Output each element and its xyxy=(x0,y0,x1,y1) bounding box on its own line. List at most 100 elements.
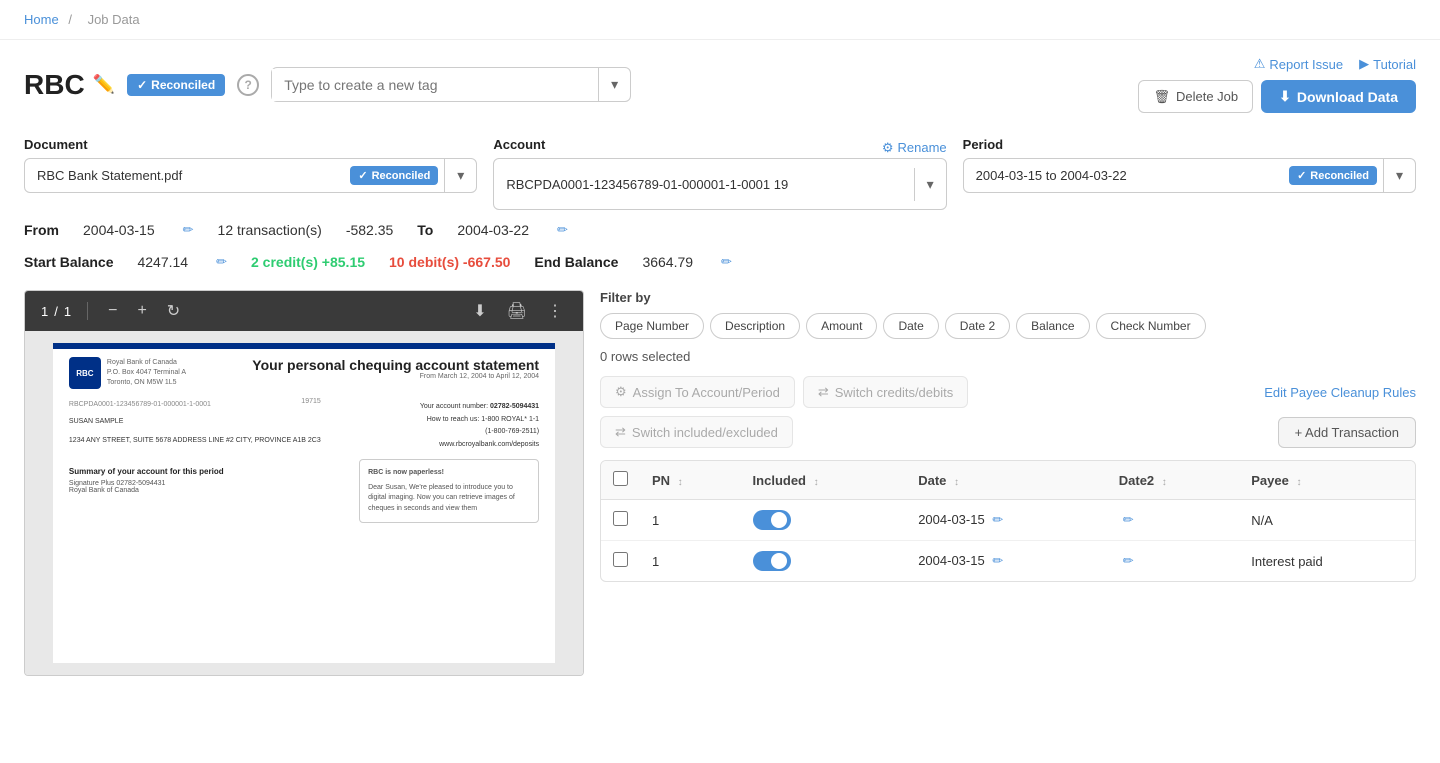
document-dropdown-button[interactable]: ▾ xyxy=(444,159,476,192)
help-icon[interactable]: ? xyxy=(237,74,259,96)
period-col: Period 2004-03-15 to 2004-03-22 ✓ Reconc… xyxy=(963,137,1416,193)
title-edit-icon[interactable]: ✏️ xyxy=(93,74,115,95)
delete-job-button[interactable]: 🗑 Delete Job xyxy=(1138,80,1253,113)
report-issue-button[interactable]: ⚠ Report Issue xyxy=(1254,56,1343,72)
account-select: RBCPDA0001-123456789-01-000001-1-0001 19… xyxy=(493,158,946,210)
period-reconciled-badge: ✓ Reconciled xyxy=(1289,166,1377,185)
pdf-logo-box: RBC xyxy=(69,357,101,389)
pdf-blue-bar xyxy=(53,343,555,349)
period-label: Period xyxy=(963,137,1416,152)
transactions-table: PN ↕ Included ↕ Date ↕ Date2 ↕ Payee ↕ 1 xyxy=(601,461,1415,581)
assign-account-button[interactable]: ⚙ Assign To Account/Period xyxy=(600,376,795,408)
period-value: 2004-03-15 to 2004-03-22 xyxy=(964,160,1283,191)
row1-checkbox[interactable] xyxy=(613,511,628,526)
th-pn: PN ↕ xyxy=(640,461,741,500)
pdf-title-area: Your personal chequing account statement… xyxy=(252,357,539,380)
pdf-summary-title: Summary of your account for this period xyxy=(69,467,224,476)
row1-toggle[interactable] xyxy=(753,510,791,530)
filter-chip-check-number[interactable]: Check Number xyxy=(1096,313,1206,339)
tag-dropdown-button[interactable]: ▾ xyxy=(598,68,630,101)
row1-included xyxy=(741,500,907,541)
filter-title: Filter by xyxy=(600,290,1416,305)
pdf-logo-text: Royal Bank of Canada P.O. Box 4047 Termi… xyxy=(107,358,186,387)
pdf-header: RBC Royal Bank of Canada P.O. Box 4047 T… xyxy=(69,357,539,389)
info-section: Document RBC Bank Statement.pdf ✓ Reconc… xyxy=(0,125,1440,290)
tutorial-button[interactable]: ▶ Tutorial xyxy=(1359,56,1416,72)
info-row: Document RBC Bank Statement.pdf ✓ Reconc… xyxy=(24,137,1416,210)
pdf-ref-number: 19715 xyxy=(301,398,320,405)
to-edit-icon[interactable]: ✏ xyxy=(557,222,568,238)
select-all-checkbox[interactable] xyxy=(613,471,628,486)
pdf-separator xyxy=(87,302,88,320)
filter-chips: Page Number Description Amount Date Date… xyxy=(600,313,1416,339)
filter-chip-balance[interactable]: Balance xyxy=(1016,313,1089,339)
switch-included-icon: ⇄ xyxy=(615,424,626,440)
pdf-print-button[interactable]: 🖨 xyxy=(503,299,531,323)
gear-action-icon: ⚙ xyxy=(615,384,627,400)
tag-input[interactable] xyxy=(272,69,598,101)
add-transaction-button[interactable]: + Add Transaction xyxy=(1278,417,1416,448)
pdf-zoom-in-button[interactable]: + xyxy=(133,300,150,322)
right-panel: Filter by Page Number Description Amount… xyxy=(600,290,1416,676)
row1-date2-edit-icon[interactable]: ✏ xyxy=(1123,512,1134,527)
header-right: ⚠ Report Issue ▶ Tutorial 🗑 Delete Job ⬇… xyxy=(1138,56,1416,113)
row2-toggle-slider xyxy=(753,551,791,571)
breadcrumb-home[interactable]: Home xyxy=(24,12,59,27)
document-col: Document RBC Bank Statement.pdf ✓ Reconc… xyxy=(24,137,477,193)
table-header-row: PN ↕ Included ↕ Date ↕ Date2 ↕ Payee ↕ xyxy=(601,461,1415,500)
account-dropdown-button[interactable]: ▾ xyxy=(914,168,946,201)
pdf-rotate-button[interactable]: ↻ xyxy=(163,299,184,323)
edit-payee-link[interactable]: Edit Payee Cleanup Rules xyxy=(1264,385,1416,400)
filter-chip-description[interactable]: Description xyxy=(710,313,800,339)
start-balance-edit-icon[interactable]: ✏ xyxy=(216,254,227,270)
switch-credits-button[interactable]: ⇄ Switch credits/debits xyxy=(803,376,968,408)
from-edit-icon[interactable]: ✏ xyxy=(183,222,194,238)
main-content: 1 / 1 − + ↻ ⬇ 🖨 ⋮ RBC Royal Bank of Cana… xyxy=(0,290,1440,676)
amount-value: -582.35 xyxy=(346,222,393,238)
period-dropdown-button[interactable]: ▾ xyxy=(1383,159,1415,192)
pdf-paperless-title: RBC is now paperless! xyxy=(368,468,530,479)
switch-included-button[interactable]: ⇄ Switch included/excluded xyxy=(600,416,793,448)
row1-toggle-slider xyxy=(753,510,791,530)
filter-chip-amount[interactable]: Amount xyxy=(806,313,877,339)
row1-date: 2004-03-15 ✏ xyxy=(906,500,1107,541)
row2-payee: Interest paid xyxy=(1239,541,1415,582)
row2-checkbox-cell xyxy=(601,541,640,582)
doc-check-icon: ✓ xyxy=(358,169,367,182)
filter-chip-date2[interactable]: Date 2 xyxy=(945,313,1010,339)
filter-chip-date[interactable]: Date xyxy=(883,313,938,339)
action-row-2: ⇄ Switch included/excluded + Add Transac… xyxy=(600,416,1416,448)
end-balance-edit-icon[interactable]: ✏ xyxy=(721,254,732,270)
th-included: Included ↕ xyxy=(741,461,907,500)
pdf-viewer: 1 / 1 − + ↻ ⬇ 🖨 ⋮ RBC Royal Bank of Cana… xyxy=(24,290,584,676)
row1-date-edit-icon[interactable]: ✏ xyxy=(992,512,1003,527)
breadcrumb-separator: / xyxy=(68,12,72,27)
pdf-title: Your personal chequing account statement xyxy=(252,357,539,373)
download-icon: ⬇ xyxy=(1279,88,1291,105)
play-icon: ▶ xyxy=(1359,56,1369,72)
document-label: Document xyxy=(24,137,477,152)
row2-toggle[interactable] xyxy=(753,551,791,571)
to-label: To xyxy=(417,222,433,238)
start-balance-value: 4247.14 xyxy=(137,254,188,270)
row2-date: 2004-03-15 ✏ xyxy=(906,541,1107,582)
pdf-download-button[interactable]: ⬇ xyxy=(469,299,490,323)
header-top-actions: ⚠ Report Issue ▶ Tutorial xyxy=(1254,56,1416,72)
pdf-content: RBC Royal Bank of Canada P.O. Box 4047 T… xyxy=(25,331,583,675)
rename-button[interactable]: ⚙ Rename xyxy=(882,140,947,156)
action-row-1: ⚙ Assign To Account/Period ⇄ Switch cred… xyxy=(600,376,1416,408)
row2-date2-edit-icon[interactable]: ✏ xyxy=(1123,553,1134,568)
start-balance-label: Start Balance xyxy=(24,254,113,270)
header-bottom-actions: 🗑 Delete Job ⬇ Download Data xyxy=(1138,80,1416,113)
end-balance-value: 3664.79 xyxy=(642,254,693,270)
pdf-zoom-out-button[interactable]: − xyxy=(104,300,121,322)
breadcrumb-current: Job Data xyxy=(88,12,140,27)
pdf-more-button[interactable]: ⋮ xyxy=(543,299,567,323)
row2-date-edit-icon[interactable]: ✏ xyxy=(992,553,1003,568)
th-date2: Date2 ↕ xyxy=(1107,461,1239,500)
rows-selected: 0 rows selected xyxy=(600,349,1416,364)
row1-checkbox-cell xyxy=(601,500,640,541)
row2-checkbox[interactable] xyxy=(613,552,628,567)
filter-chip-page-number[interactable]: Page Number xyxy=(600,313,704,339)
download-data-button[interactable]: ⬇ Download Data xyxy=(1261,80,1416,113)
